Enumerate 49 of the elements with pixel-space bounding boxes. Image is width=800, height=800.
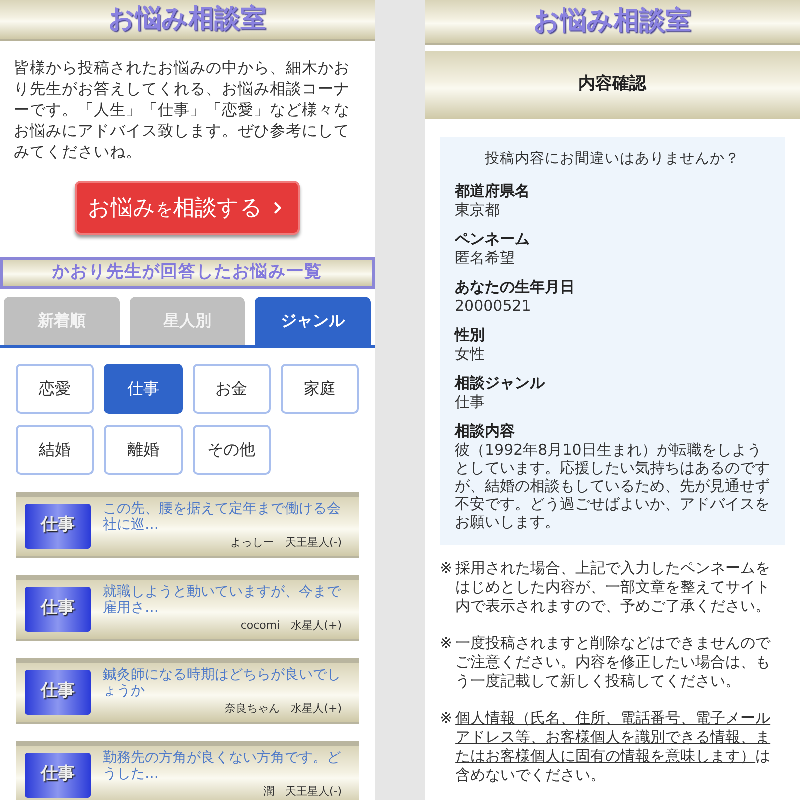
tab[interactable]: ジャンル — [255, 296, 372, 344]
note-mark: ※ — [440, 708, 453, 729]
field-value: 匿名希望 — [455, 248, 516, 267]
note-mark: ※ — [440, 634, 453, 654]
field-value: 20000521 — [455, 296, 532, 315]
header-title: お悩み相談室 — [534, 5, 692, 38]
genre-scroll-badge: 仕事 — [25, 504, 91, 548]
genre-scroll-badge: 仕事 — [25, 670, 91, 714]
note-text: 一度投稿されますと削除などはできませんのでご注意ください。内容を修正したい場合は、もう一度記載して新しく投稿してください。 — [456, 634, 772, 691]
genre-button[interactable]: 家庭 — [280, 364, 359, 414]
note-mark: ※ — [440, 558, 453, 579]
post-card[interactable]: 仕事 この先、腰を据えて定年まで働ける会社に巡… よっしー 天王星人(-) — [16, 492, 359, 558]
post-author: よっしー 天王星人(-) — [230, 534, 343, 551]
genre-button[interactable]: お金 — [192, 364, 271, 414]
field-label: 性別 — [455, 324, 486, 345]
field-value: 仕事 — [455, 392, 486, 411]
genre-scroll-badge: 仕事 — [25, 752, 91, 798]
post-title[interactable]: 勤務先の方角が良くない方角です。どうした… — [103, 750, 350, 782]
field-label: 都道府県名 — [455, 180, 531, 201]
note-text: 個人情報（氏名、住所、電話番号、電子メールアドレス等、お客様個人を識別できる情報、またはお客様個人に固有の情報を意味します）は含めないでください。 — [456, 708, 772, 785]
genre-button[interactable]: 離婚 — [104, 424, 182, 474]
field-label: 相談内容 — [455, 420, 516, 441]
genre-button[interactable]: その他 — [192, 424, 271, 474]
post-title[interactable]: 就職しようと動いていますが、今まで雇用さ… — [103, 584, 350, 616]
post-card[interactable]: 仕事 勤務先の方角が良くない方角です。どうした… 潤 天王星人(-) — [16, 740, 359, 800]
post-card[interactable]: 仕事 鍼灸師になる時期はどちらが良いでしょうか 奈良ちゃん 水星人(+) — [16, 658, 359, 724]
post-title[interactable]: 鍼灸師になる時期はどちらが良いでしょうか — [103, 666, 350, 699]
header-title: お悩み相談室 — [108, 3, 266, 36]
field-label: あなたの生年月日 — [455, 276, 576, 297]
genre-button[interactable]: 恋愛 — [16, 364, 94, 414]
field-value: 東京都 — [455, 200, 501, 219]
post-card[interactable]: 仕事 就職しようと動いていますが、今まで雇用さ… cocomi 水星人(+) — [16, 574, 359, 640]
post-author: 潤 天王星人(-) — [263, 784, 343, 800]
section-banner: 内容確認 — [425, 51, 800, 119]
consult-button[interactable]: お悩み を相談する — [75, 181, 300, 235]
post-title[interactable]: この先、腰を据えて定年まで働ける会社に巡… — [103, 500, 350, 533]
genre-button[interactable]: 結婚 — [16, 424, 94, 474]
field-value: 彼（1992年8月10日生まれ）が転職をしようとしています。応援したい気持ちはあるのですが、結婚の相談もしているため、先が見通せず不安です。どう過ごせばよいか、アドバイスをお願いします。 — [455, 440, 770, 531]
field-label: ペンネーム — [455, 228, 531, 249]
note-text: 採用された場合、上記で入力したペンネームをはじめとした内容が、一部文章を整えてサイト内で表示されますので、予めご了承ください。 — [456, 558, 772, 616]
intro-text: 皆様から投稿されたお悩みの中から、細木かおり先生がお答えしてくれる、お悩み相談コーナーです。「人生」「仕事」「恋愛」など様々なお悩みにアドバイス致します。ぜひ参考にしてみてくださいね。 — [14, 58, 351, 163]
genre-scroll-badge: 仕事 — [25, 586, 91, 632]
field-value: 女性 — [455, 344, 486, 363]
confirm-question: 投稿内容にお間違いはありませんか？ — [484, 150, 741, 169]
post-author: cocomi 水星人(+) — [240, 618, 343, 634]
post-author: 奈良ちゃん 水星人(+) — [225, 700, 343, 717]
genre-button[interactable]: 仕事 — [104, 364, 182, 414]
field-label: 相談ジャンル — [455, 372, 546, 393]
section-banner: かおり先生が回答したお悩み一覧 — [0, 257, 375, 288]
